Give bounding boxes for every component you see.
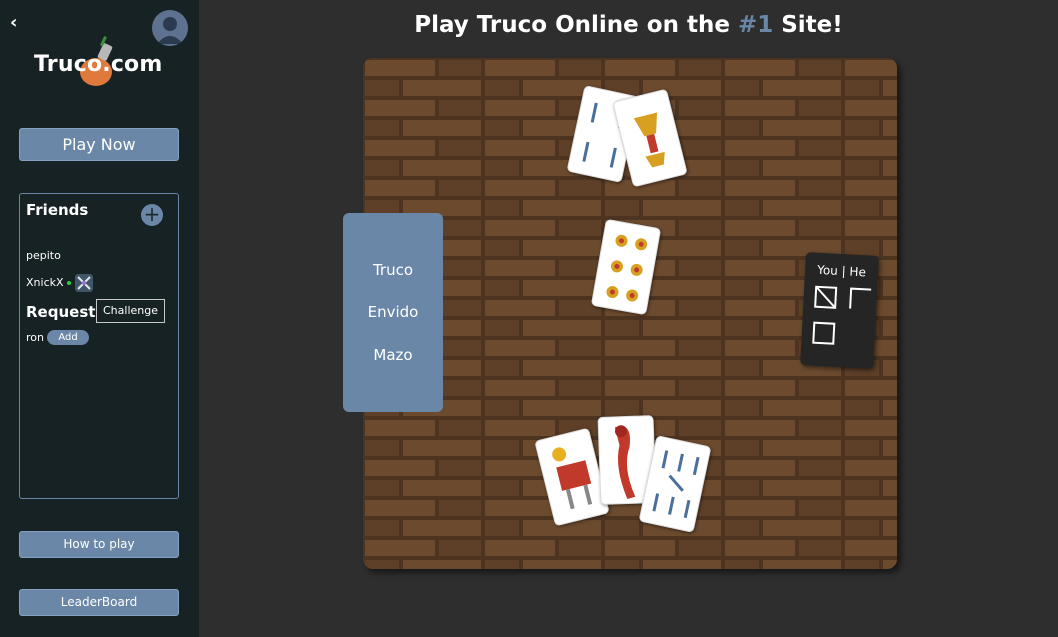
envido-button[interactable]: Envido xyxy=(343,303,443,321)
scoreboard: You | He xyxy=(800,252,879,369)
friend-name: XnickX xyxy=(26,276,64,289)
accept-request-button[interactable]: Add xyxy=(47,330,89,345)
headline-accent: #1 xyxy=(737,12,774,38)
score-tally-marks xyxy=(812,285,872,345)
play-now-button[interactable]: Play Now xyxy=(19,128,179,161)
mazo-button[interactable]: Mazo xyxy=(343,346,443,364)
logo[interactable]: Truco.com xyxy=(26,28,176,92)
headline-pre: Play Truco Online on the xyxy=(414,12,738,38)
request-item: ron xyxy=(26,331,44,344)
request-name: ron xyxy=(26,331,44,344)
friend-item[interactable]: pepito xyxy=(26,249,61,262)
friend-name: pepito xyxy=(26,249,61,262)
back-icon[interactable]: ‹ xyxy=(10,12,17,33)
logo-text: Truco.com xyxy=(34,52,163,77)
actions-panel: Truco Envido Mazo xyxy=(343,213,443,412)
friends-title: Friends xyxy=(26,201,89,219)
online-status-icon xyxy=(66,281,71,285)
headline-post: Site! xyxy=(773,12,843,38)
friends-panel: Friends + pepito XnickX Requests ron Add xyxy=(19,193,179,499)
friend-item[interactable]: XnickX xyxy=(26,276,71,289)
truco-button[interactable]: Truco xyxy=(343,261,443,279)
challenge-swords-icon[interactable] xyxy=(75,274,93,292)
leaderboard-button[interactable]: LeaderBoard xyxy=(19,589,179,616)
add-friend-button[interactable]: + xyxy=(141,204,163,226)
how-to-play-button[interactable]: How to play xyxy=(19,531,179,558)
challenge-tooltip: Challenge xyxy=(96,299,165,323)
requests-title: Requests xyxy=(26,303,105,321)
page-title: Play Truco Online on the #1 Site! xyxy=(199,12,1058,38)
